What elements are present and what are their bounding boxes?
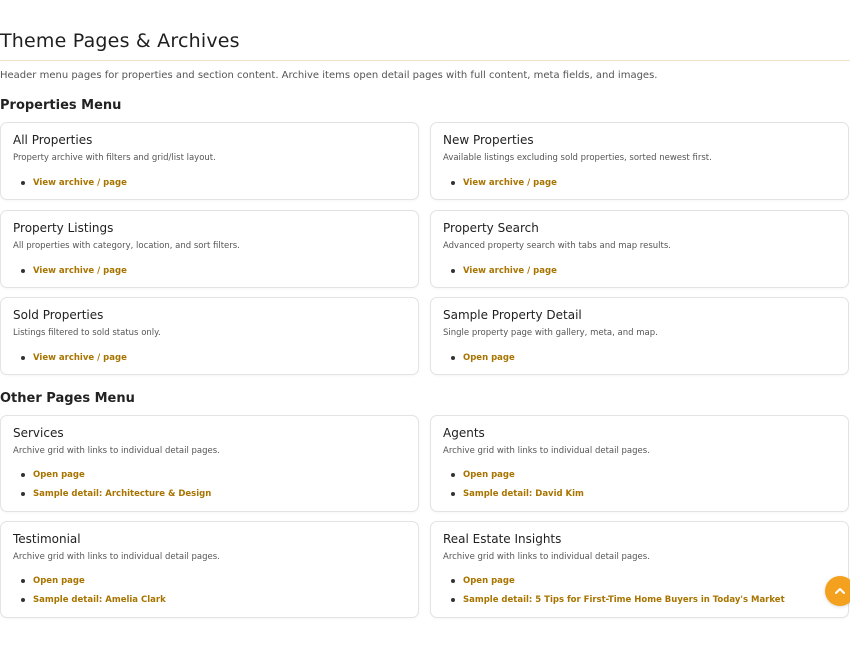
list-item: View archive / page bbox=[451, 177, 557, 196]
list-item: View archive / page bbox=[21, 177, 127, 196]
list-item: View archive / page bbox=[21, 265, 127, 284]
card-links: Open page Sample detail: Architecture & … bbox=[21, 469, 211, 507]
card-services: Services Archive grid with links to indi… bbox=[0, 415, 419, 512]
card-title: Property Listings bbox=[13, 221, 114, 235]
view-archive-link[interactable]: View archive / page bbox=[463, 266, 557, 276]
card-title: Services bbox=[13, 426, 64, 440]
list-item: Sample detail: 5 Tips for First-Time Hom… bbox=[451, 594, 785, 613]
list-item: Sample detail: Amelia Clark bbox=[21, 594, 166, 613]
section-heading-other: Other Pages Menu bbox=[0, 391, 135, 406]
title-divider bbox=[0, 60, 850, 61]
card-title: All Properties bbox=[13, 133, 93, 147]
view-archive-link[interactable]: View archive / page bbox=[33, 266, 127, 276]
card-links: View archive / page bbox=[451, 265, 557, 284]
card-title: Sample Property Detail bbox=[443, 308, 582, 322]
card-property-search: Property Search Advanced property search… bbox=[430, 210, 849, 288]
page-title: Theme Pages & Archives bbox=[0, 30, 240, 52]
list-item: Open page bbox=[451, 469, 584, 488]
open-page-link[interactable]: Open page bbox=[33, 470, 85, 480]
card-description: Single property page with gallery, meta,… bbox=[443, 328, 658, 338]
list-item: Sample detail: David Kim bbox=[451, 488, 584, 507]
card-sold-properties: Sold Properties Listings filtered to sol… bbox=[0, 297, 419, 375]
scroll-to-top-button[interactable] bbox=[825, 576, 850, 606]
card-description: All properties with category, location, … bbox=[13, 241, 240, 251]
card-links: Open page Sample detail: Amelia Clark bbox=[21, 575, 166, 613]
card-links: View archive / page bbox=[21, 265, 127, 284]
card-links: Open page bbox=[451, 352, 515, 371]
card-links: View archive / page bbox=[21, 177, 127, 196]
card-agents: Agents Archive grid with links to indivi… bbox=[430, 415, 849, 512]
open-page-link[interactable]: Open page bbox=[463, 576, 515, 586]
card-title: Property Search bbox=[443, 221, 539, 235]
open-page-link[interactable]: Open page bbox=[463, 353, 515, 363]
card-description: Archive grid with links to individual de… bbox=[13, 446, 220, 456]
card-links: Open page Sample detail: 5 Tips for Firs… bbox=[451, 575, 785, 613]
view-archive-link[interactable]: View archive / page bbox=[33, 353, 127, 363]
open-page-link[interactable]: Open page bbox=[33, 576, 85, 586]
list-item: Open page bbox=[21, 469, 211, 488]
card-real-estate-insights: Real Estate Insights Archive grid with l… bbox=[430, 521, 849, 618]
card-title: Sold Properties bbox=[13, 308, 104, 322]
view-archive-link[interactable]: View archive / page bbox=[33, 178, 127, 188]
view-archive-link[interactable]: View archive / page bbox=[463, 178, 557, 188]
list-item: Sample detail: Architecture & Design bbox=[21, 488, 211, 507]
card-description: Listings filtered to sold status only. bbox=[13, 328, 161, 338]
card-links: View archive / page bbox=[21, 352, 127, 371]
card-title: Testimonial bbox=[13, 532, 81, 546]
card-sample-property-detail: Sample Property Detail Single property p… bbox=[430, 297, 849, 375]
page-intro: Header menu pages for properties and sec… bbox=[0, 70, 658, 81]
card-title: Real Estate Insights bbox=[443, 532, 562, 546]
chevron-up-icon bbox=[835, 588, 845, 594]
card-links: Open page Sample detail: David Kim bbox=[451, 469, 584, 507]
card-description: Available listings excluding sold proper… bbox=[443, 153, 712, 163]
card-new-properties: New Properties Available listings exclud… bbox=[430, 122, 849, 200]
card-links: View archive / page bbox=[451, 177, 557, 196]
card-property-listings: Property Listings All properties with ca… bbox=[0, 210, 419, 288]
list-item: Open page bbox=[21, 575, 166, 594]
list-item: Open page bbox=[451, 352, 515, 371]
card-description: Archive grid with links to individual de… bbox=[443, 446, 650, 456]
list-item: Open page bbox=[451, 575, 785, 594]
sample-detail-link[interactable]: Sample detail: Amelia Clark bbox=[33, 595, 166, 605]
card-all-properties: All Properties Property archive with fil… bbox=[0, 122, 419, 200]
sample-detail-link[interactable]: Sample detail: 5 Tips for First-Time Hom… bbox=[463, 595, 785, 605]
card-title: Agents bbox=[443, 426, 485, 440]
card-testimonial: Testimonial Archive grid with links to i… bbox=[0, 521, 419, 618]
sample-detail-link[interactable]: Sample detail: Architecture & Design bbox=[33, 489, 211, 499]
card-description: Archive grid with links to individual de… bbox=[13, 552, 220, 562]
card-description: Property archive with filters and grid/l… bbox=[13, 153, 216, 163]
card-description: Advanced property search with tabs and m… bbox=[443, 241, 671, 251]
open-page-link[interactable]: Open page bbox=[463, 470, 515, 480]
card-title: New Properties bbox=[443, 133, 534, 147]
card-description: Archive grid with links to individual de… bbox=[443, 552, 650, 562]
section-heading-properties: Properties Menu bbox=[0, 98, 122, 113]
list-item: View archive / page bbox=[21, 352, 127, 371]
list-item: View archive / page bbox=[451, 265, 557, 284]
sample-detail-link[interactable]: Sample detail: David Kim bbox=[463, 489, 584, 499]
